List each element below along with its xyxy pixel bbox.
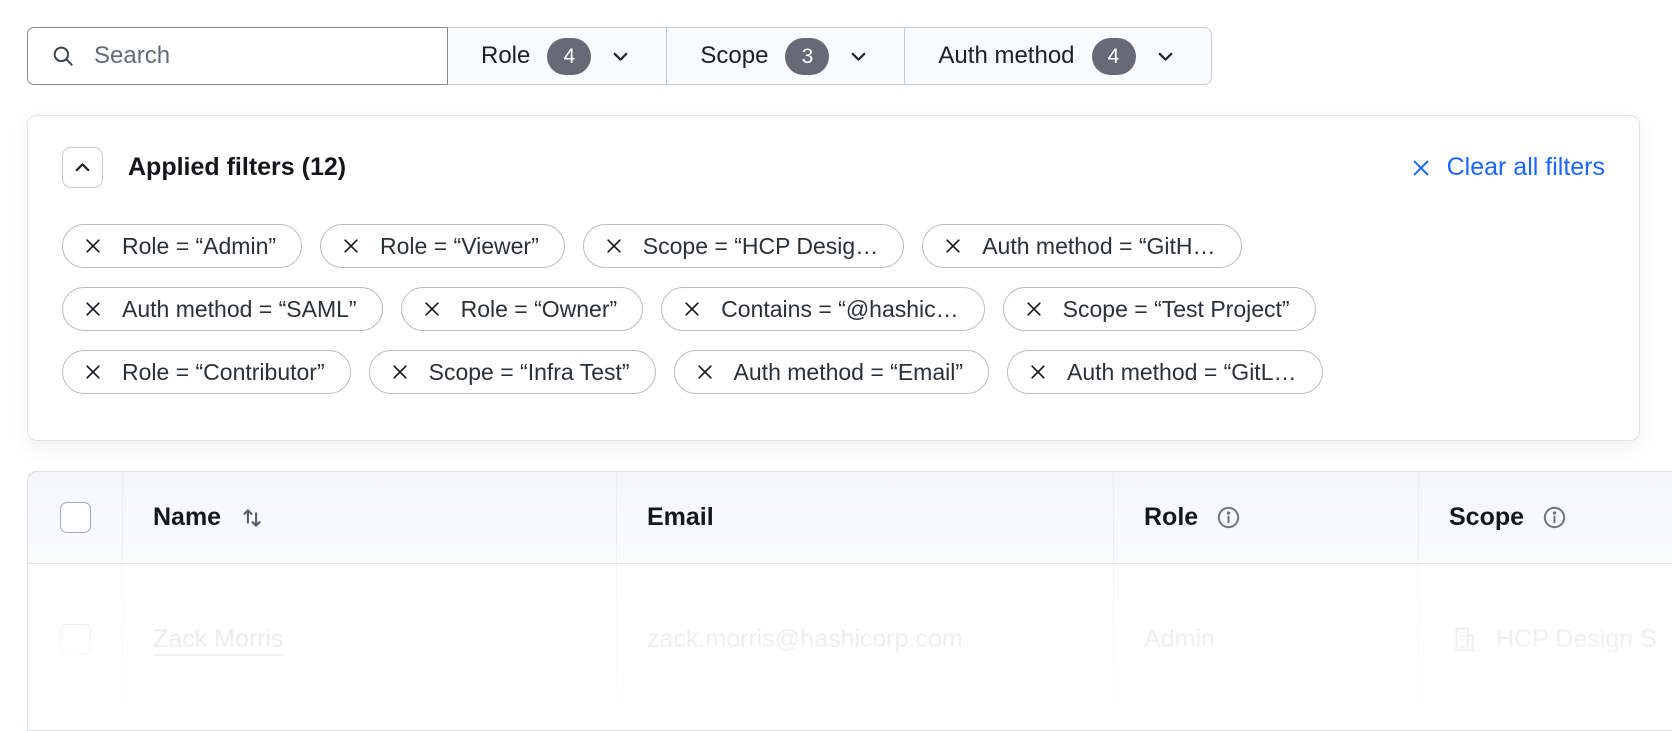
filter-chip[interactable]: Role = “Admin” (62, 224, 302, 268)
applied-filters-title: Applied filters (12) (128, 153, 346, 182)
user-scope: HCP Design S (1496, 625, 1657, 654)
dismiss-icon[interactable] (682, 299, 702, 319)
filter-chip-label: Auth method = “GitL… (1067, 359, 1296, 386)
filter-chip-label: Scope = “Test Project” (1063, 296, 1290, 323)
applied-filters-header: Applied filters (12) Clear all filters (62, 147, 1605, 188)
auth-method-filter-dropdown[interactable]: Auth method 4 (905, 27, 1211, 85)
clear-all-filters-button[interactable]: Clear all filters (1410, 153, 1605, 182)
users-table: Name Email Role Scope (27, 471, 1672, 731)
filter-toolbar: Role 4 Scope 3 Auth method 4 (27, 27, 1212, 85)
dismiss-icon[interactable] (943, 236, 963, 256)
scope-filter-label: Scope (700, 42, 768, 70)
table-header-row: Name Email Role Scope (28, 472, 1672, 564)
scope-cell: HCP Design S (1419, 564, 1672, 714)
filter-chip[interactable]: Role = “Owner” (401, 287, 644, 331)
filter-chip-label: Role = “Owner” (461, 296, 618, 323)
user-role: Admin (1144, 625, 1215, 654)
role-column-label: Role (1144, 503, 1198, 532)
filter-chip[interactable]: Scope = “Infra Test” (369, 350, 656, 394)
filter-chip-label: Contains = “@hashic… (721, 296, 958, 323)
filter-chip-label: Role = “Contributor” (122, 359, 325, 386)
filter-chip-row: Role = “Admin” Role = “Viewer” Scope = “… (62, 224, 1605, 268)
dismiss-icon[interactable] (1028, 362, 1048, 382)
info-icon[interactable] (1215, 504, 1242, 531)
auth-method-filter-label: Auth method (938, 42, 1074, 70)
auth-method-filter-count-badge: 4 (1092, 38, 1136, 75)
chevron-down-icon (1153, 44, 1178, 69)
sort-icon[interactable] (238, 504, 266, 532)
select-all-cell (28, 472, 123, 563)
organization-icon (1449, 624, 1479, 654)
filter-chip[interactable]: Scope = “HCP Desig… (583, 224, 904, 268)
filter-chip-label: Role = “Admin” (122, 233, 276, 260)
user-name-link[interactable]: Zack Morris (153, 625, 284, 654)
name-column-label: Name (153, 503, 221, 532)
dismiss-icon[interactable] (83, 299, 103, 319)
role-filter-dropdown[interactable]: Role 4 (448, 27, 667, 85)
scope-filter-count-badge: 3 (785, 38, 829, 75)
filter-chip[interactable]: Auth method = “GitL… (1007, 350, 1322, 394)
table-row: Zack Morris zack.morris@hashicorp.com Ad… (28, 564, 1672, 714)
applied-filters-panel: Applied filters (12) Clear all filters R… (27, 115, 1640, 441)
name-cell: Zack Morris (123, 564, 617, 714)
email-cell: zack.morris@hashicorp.com (617, 564, 1114, 714)
dismiss-icon[interactable] (422, 299, 442, 319)
dismiss-icon[interactable] (341, 236, 361, 256)
dismiss-icon[interactable] (390, 362, 410, 382)
filter-chip-row: Role = “Contributor” Scope = “Infra Test… (62, 350, 1605, 394)
filter-chip-row: Auth method = “SAML” Role = “Owner” Cont… (62, 287, 1605, 331)
select-all-checkbox[interactable] (60, 502, 91, 533)
column-header-role: Role (1114, 472, 1419, 563)
row-checkbox[interactable] (60, 624, 91, 655)
filter-chip[interactable]: Contains = “@hashic… (661, 287, 984, 331)
filter-chip[interactable]: Scope = “Test Project” (1003, 287, 1316, 331)
filter-chip-label: Scope = “Infra Test” (429, 359, 630, 386)
user-email: zack.morris@hashicorp.com (647, 625, 963, 654)
chevron-down-icon (608, 44, 633, 69)
scope-column-label: Scope (1449, 503, 1524, 532)
search-box[interactable] (27, 27, 448, 85)
email-column-label: Email (647, 503, 714, 532)
filter-chip-label: Role = “Viewer” (380, 233, 539, 260)
filter-chip-label: Scope = “HCP Desig… (643, 233, 878, 260)
chevron-down-icon (846, 44, 871, 69)
search-input[interactable] (94, 42, 425, 70)
info-icon[interactable] (1541, 504, 1568, 531)
dismiss-icon[interactable] (695, 362, 715, 382)
close-icon (1410, 157, 1432, 179)
role-filter-count-badge: 4 (547, 38, 591, 75)
filter-chip[interactable]: Role = “Viewer” (320, 224, 565, 268)
filter-chip-label: Auth method = “Email” (734, 359, 963, 386)
dismiss-icon[interactable] (83, 236, 103, 256)
scope-filter-dropdown[interactable]: Scope 3 (667, 27, 905, 85)
filter-chip[interactable]: Auth method = “SAML” (62, 287, 383, 331)
column-header-email: Email (617, 472, 1114, 563)
filter-chip[interactable]: Role = “Contributor” (62, 350, 351, 394)
column-header-name[interactable]: Name (123, 472, 617, 563)
collapse-filters-button[interactable] (62, 147, 103, 188)
filter-chip-label: Auth method = “SAML” (122, 296, 357, 323)
dismiss-icon[interactable] (83, 362, 103, 382)
chevron-up-icon (70, 155, 95, 180)
filter-chip-label: Auth method = “GitH… (982, 233, 1215, 260)
role-filter-label: Role (481, 42, 530, 70)
filter-chip[interactable]: Auth method = “Email” (674, 350, 989, 394)
clear-all-filters-label: Clear all filters (1447, 153, 1605, 182)
column-header-scope: Scope (1419, 472, 1672, 563)
dismiss-icon[interactable] (1024, 299, 1044, 319)
filter-chip[interactable]: Auth method = “GitH… (922, 224, 1241, 268)
dismiss-icon[interactable] (604, 236, 624, 256)
row-select-cell (28, 564, 123, 714)
role-cell: Admin (1114, 564, 1419, 714)
search-icon (50, 43, 76, 69)
